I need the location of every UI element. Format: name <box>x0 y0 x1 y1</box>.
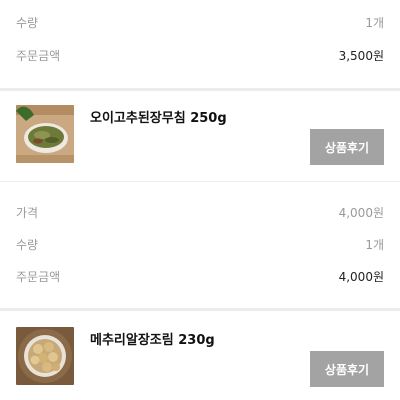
total-label: 주문금액 <box>16 269 61 284</box>
qty-row: 수량 1개 <box>16 234 384 254</box>
price-row: 가격 4,000원 <box>16 202 384 222</box>
qty-value: 1개 <box>365 237 384 252</box>
qty-row: 수량 1개 <box>16 12 384 32</box>
quail-egg-dish-image[interactable] <box>16 327 74 385</box>
total-label: 주문금액 <box>16 48 61 63</box>
cucumber-pepper-dish-image[interactable] <box>16 105 74 163</box>
product-review-button[interactable]: 상품후기 <box>310 129 384 165</box>
product-name[interactable]: 메추리알장조림 230g <box>90 329 215 348</box>
product-item: 오이고추된장무침 250g 상품후기 <box>0 91 400 181</box>
product-name[interactable]: 오이고추된장무침 250g <box>90 107 227 126</box>
product-item: 메추리알장조림 230g 상품후기 <box>0 311 400 400</box>
price-value: 4,000원 <box>338 205 384 220</box>
total-value: 4,000원 <box>338 269 384 284</box>
qty-label: 수량 <box>16 15 39 30</box>
price-label: 가격 <box>16 205 39 220</box>
total-row: 주문금액 3,500원 <box>16 45 384 65</box>
qty-label: 수량 <box>16 237 39 252</box>
total-value: 3,500원 <box>338 48 384 63</box>
total-row: 주문금액 4,000원 <box>16 266 384 286</box>
divider <box>0 181 400 182</box>
product-review-button[interactable]: 상품후기 <box>310 351 384 387</box>
qty-value: 1개 <box>365 15 384 30</box>
